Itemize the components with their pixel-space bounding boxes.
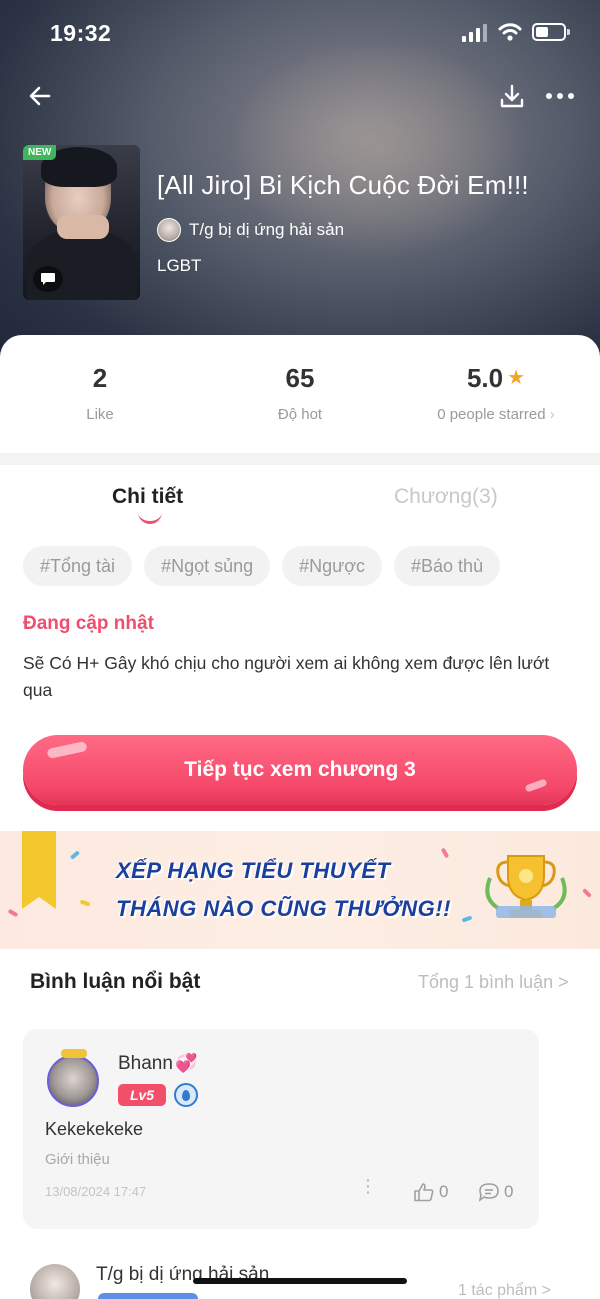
gem-badge-icon [174, 1083, 198, 1107]
tag-item[interactable]: #Ngọt sủng [144, 546, 271, 586]
level-badge: Lv5 [118, 1084, 166, 1106]
author-works-link[interactable]: 1 tác phẩm > [458, 1282, 551, 1299]
author-footer-avatar[interactable] [30, 1264, 80, 1299]
banner-line-1: XẾP HẠNG TIỂU THUYẾT [116, 858, 391, 883]
hot-label: Độ hot [277, 406, 323, 423]
hot-count: 65 [285, 363, 315, 393]
story-title: [All Jiro] Bi Kịch Cuộc Đời Em!!! [157, 170, 529, 200]
more-button[interactable] [542, 78, 578, 114]
home-indicator [193, 1278, 407, 1284]
comment-card: Bhann 💞 Lv5 Kekekekeke Giới thiệu 13/08/2… [23, 1029, 539, 1229]
story-header: 19:32 NEW [All Jiro] Bi Kịch Cuộc Đời Em… [0, 0, 600, 380]
download-button[interactable] [494, 78, 530, 114]
status-time: 19:32 [50, 20, 112, 46]
back-arrow-icon [29, 86, 51, 106]
wifi-icon [498, 23, 522, 41]
comment-like-button[interactable]: 0 [413, 1182, 448, 1202]
signal-icon [462, 24, 488, 42]
comments-title: Bình luận nổi bật [30, 970, 201, 993]
heart-icon: 💞 [174, 1053, 198, 1073]
new-badge: NEW [23, 145, 57, 160]
rating-value: 5.0 [466, 363, 504, 393]
like-stat: 2 Like [0, 363, 200, 423]
story-description: Sẽ Có H+ Gây khó chịu cho người xem ai k… [23, 653, 550, 700]
tag-item[interactable]: #Ngược [282, 546, 383, 586]
rating-stat[interactable]: 5.0 ★ 0 people starred › [396, 363, 596, 423]
hot-stat: 65 Độ hot [200, 363, 400, 423]
commenter-name[interactable]: Bhann [118, 1053, 173, 1074]
author-link[interactable]: T/g bị dị ứng hải sản [157, 218, 344, 242]
author-avatar [157, 218, 181, 242]
reply-count: 0 [504, 1182, 514, 1201]
comment-text: Kekekekeke [45, 1119, 144, 1139]
reply-bubble-icon [478, 1183, 499, 1202]
rating-label: 0 people starred [437, 406, 546, 423]
tag-list: #Tổng tài #Ngọt sủng #Ngược #Báo thù [23, 546, 501, 586]
comment-date: 13/08/2024 17:47 [45, 1184, 147, 1199]
story-category: LGBT [157, 256, 202, 275]
ribbon-icon [22, 831, 56, 909]
story-cover[interactable]: NEW [23, 145, 140, 300]
comment-menu-icon[interactable]: ⋮ [359, 1177, 377, 1203]
banner-line-2: THÁNG NÀO CŨNG THƯỞNG!! [116, 896, 451, 921]
download-icon [500, 84, 524, 108]
comment-source: Giới thiệu [45, 1151, 110, 1168]
status-bar: 19:32 [0, 0, 600, 64]
trophy-icon [485, 855, 567, 918]
commenter-avatar[interactable] [47, 1049, 99, 1107]
chevron-right-icon: › [549, 406, 555, 423]
tab-detail[interactable]: Chi tiết [112, 485, 183, 509]
like-count-comment: 0 [439, 1182, 449, 1201]
continue-reading-button[interactable]: Tiếp tục xem chương 3 [23, 735, 577, 805]
author-name: T/g bị dị ứng hải sản [189, 220, 345, 239]
comments-total-link[interactable]: Tổng 1 bình luận > [418, 972, 569, 993]
battery-icon [532, 23, 570, 41]
stats-card: 2 Like 65 Độ hot 5.0 ★ 0 people starred › [0, 335, 600, 453]
like-count: 2 [92, 363, 108, 393]
star-icon: ★ [507, 367, 526, 389]
comment-reply-button[interactable]: 0 [478, 1182, 513, 1202]
divider [0, 453, 600, 465]
back-button[interactable] [22, 78, 58, 114]
tab-indicator [138, 512, 162, 524]
update-status: Đang cập nhật [23, 613, 154, 634]
like-label: Like [86, 406, 114, 423]
continue-reading-label: Tiếp tục xem chương 3 [184, 758, 416, 781]
tag-item[interactable]: #Báo thù [394, 546, 501, 586]
thumbs-up-icon [414, 1183, 434, 1202]
more-icon [546, 93, 574, 99]
comment-icon [33, 266, 63, 292]
tag-item[interactable]: #Tổng tài [23, 546, 133, 586]
author-badge [98, 1293, 198, 1299]
tab-chapters[interactable]: Chương(3) [394, 485, 498, 509]
